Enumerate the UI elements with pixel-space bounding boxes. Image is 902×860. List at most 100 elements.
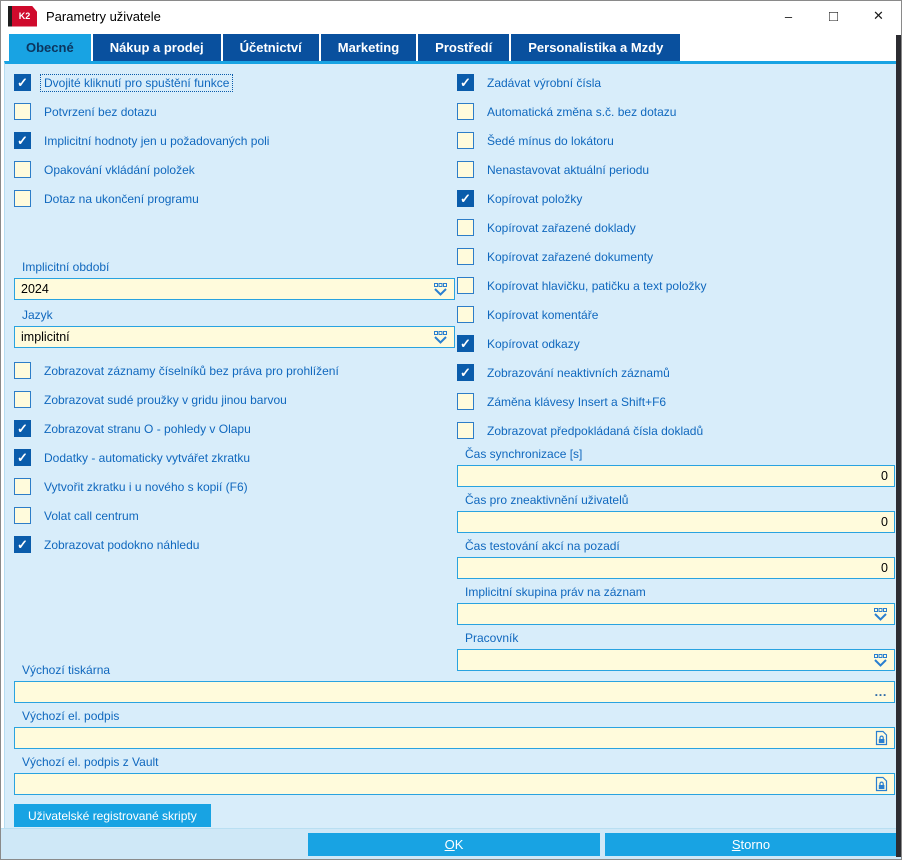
checkbox-kop-rovat-za-azen-dokumenty[interactable] bbox=[457, 248, 474, 265]
tab-etnictv[interactable]: Účetnictví bbox=[222, 34, 319, 61]
checked-checkbox-implicitn-hodnoty-jen-u-po-adovan-ch-pol[interactable]: ✓ bbox=[14, 132, 31, 149]
left-checkbox-group-bottom: Zobrazovat záznamy číselníků bez práva p… bbox=[14, 356, 455, 559]
checkbox-label: Záměna klávesy Insert a Shift+F6 bbox=[487, 394, 667, 409]
checkbox-automatick-zm-na-s-bez-dotazu[interactable] bbox=[457, 103, 474, 120]
parametry-uzivatele-window: K2 Parametry uživatele – □ ✕ Obecné Nákup… bbox=[0, 0, 902, 860]
checkbox-kop-rovat-hlavi-ku-pati-ku-a-text-polo-k[interactable] bbox=[457, 277, 474, 294]
checkbox-row: Kopírovat zařazené dokumenty bbox=[457, 242, 895, 271]
checked-checkbox-kop-rovat-polo-ky[interactable]: ✓ bbox=[457, 190, 474, 207]
checkbox-row: Opakování vkládání položek bbox=[14, 155, 455, 184]
tab-personalistika-a-mzdy[interactable]: Personalistika a Mzdy bbox=[511, 34, 681, 61]
checkbox-label: Opakování vkládání položek bbox=[44, 162, 195, 177]
signature-lock-icon[interactable] bbox=[875, 730, 888, 746]
checkbox-volat-call-centrum[interactable] bbox=[14, 507, 31, 524]
maximize-button[interactable]: □ bbox=[811, 1, 856, 31]
right-field-group: Čas synchronizace [s] 0 Čas pro zneaktivně… bbox=[457, 447, 895, 671]
checkbox-row: ✓ Zobrazování neaktivních záznamů bbox=[457, 358, 895, 387]
tab-n-kup-a-prodej[interactable]: Nákup a prodej bbox=[92, 34, 221, 61]
ellipsis-browse-icon[interactable]: … bbox=[874, 685, 888, 698]
checkbox-row: Volat call centrum bbox=[14, 501, 455, 530]
dropdown-icon[interactable] bbox=[433, 330, 448, 344]
k2-logo-text: K2 bbox=[18, 11, 31, 21]
checkbox-zobrazovat-sud-prou-ky-v-gridu-jinou-bar[interactable] bbox=[14, 391, 31, 408]
left-checkbox-group-top: ✓ Dvojité kliknutí pro spuštění funkce Pot… bbox=[14, 68, 455, 213]
left-field-group: Implicitní období 2024 Jazyk implicitní bbox=[14, 260, 455, 348]
checkbox-label: Kopírovat odkazy bbox=[487, 336, 580, 351]
checked-checkbox-kop-rovat-odkazy[interactable]: ✓ bbox=[457, 335, 474, 352]
number-input-as-testov-n-akc-na-pozad[interactable]: 0 bbox=[457, 557, 895, 579]
checkbox-label: Kopírovat zařazené doklady bbox=[487, 220, 636, 235]
right-column: ✓ Zadávat výrobní čísla Automatická změna … bbox=[457, 68, 895, 677]
checkbox-potvrzen-bez-dotazu[interactable] bbox=[14, 103, 31, 120]
tab-prost-ed[interactable]: Prostředí bbox=[418, 34, 510, 61]
footer-bar: OK Storno bbox=[1, 828, 901, 859]
checkbox-kop-rovat-za-azen-doklady[interactable] bbox=[457, 219, 474, 236]
number-input-as-pro-zneaktivn-n-u-ivatel[interactable]: 0 bbox=[457, 511, 895, 533]
field-label: Implicitní skupina práv na záznam bbox=[465, 585, 646, 599]
checkbox-ed-m-nus-do-lok-toru[interactable] bbox=[457, 132, 474, 149]
checkbox-label: Zobrazovat záznamy číselníků bez práva p… bbox=[44, 363, 339, 378]
checkbox-kop-rovat-koment-e[interactable] bbox=[457, 306, 474, 323]
signature-lock-icon[interactable] bbox=[875, 776, 888, 792]
checkbox-row: Automatická změna s.č. bez dotazu bbox=[457, 97, 895, 126]
checkbox-row: ✓ Dodatky - automaticky vytvářet zkratku bbox=[14, 443, 455, 472]
window-title: Parametry uživatele bbox=[46, 8, 161, 24]
checkbox-z-m-na-kl-vesy-insert-a-shift-f6[interactable] bbox=[457, 393, 474, 410]
checkbox-label: Zobrazovat podokno náhledu bbox=[44, 537, 200, 552]
dropdown-field-implicitn-skupina-pr-v-na-z-znam[interactable] bbox=[457, 603, 895, 625]
dropdown-field-jazyk[interactable]: implicitní bbox=[14, 326, 455, 348]
minimize-button[interactable]: – bbox=[766, 1, 811, 31]
checkbox-row: ✓ Kopírovat odkazy bbox=[457, 329, 895, 358]
checked-checkbox-zobrazovat-stranu-o-pohledy-v-olapu[interactable]: ✓ bbox=[14, 420, 31, 437]
dropdown-icon[interactable] bbox=[873, 607, 888, 621]
checkbox-dotaz-na-ukon-en-programu[interactable] bbox=[14, 190, 31, 207]
dropdown-icon[interactable] bbox=[433, 282, 448, 296]
storno-button[interactable]: Storno bbox=[605, 833, 897, 856]
checkbox-row: Dotaz na ukončení programu bbox=[14, 184, 455, 213]
text-input-v-choz-el-podpis-z-vault[interactable] bbox=[14, 773, 895, 795]
number-input-as-synchronizace-s[interactable]: 0 bbox=[457, 465, 895, 487]
field-label: Výchozí el. podpis bbox=[22, 709, 120, 723]
checked-checkbox-dodatky-automaticky-vytv-et-zkratku[interactable]: ✓ bbox=[14, 449, 31, 466]
dropdown-field-implicitn-obdob[interactable]: 2024 bbox=[14, 278, 455, 300]
checkbox-label: Zobrazovat sudé proužky v gridu jinou ba… bbox=[44, 392, 287, 407]
checkbox-label: Zobrazovat předpokládaná čísla dokladů bbox=[487, 423, 704, 438]
checkbox-row: Kopírovat zařazené doklady bbox=[457, 213, 895, 242]
tab-marketing[interactable]: Marketing bbox=[320, 34, 417, 61]
checkbox-label: Zadávat výrobní čísla bbox=[487, 75, 602, 90]
checkbox-row: Kopírovat komentáře bbox=[457, 300, 895, 329]
background-window-edge bbox=[896, 35, 901, 857]
text-input-v-choz-el-podpis[interactable] bbox=[14, 727, 895, 749]
checked-checkbox-zobrazov-n-neaktivn-ch-z-znam[interactable]: ✓ bbox=[457, 364, 474, 381]
checkbox-label: Volat call centrum bbox=[44, 508, 139, 523]
text-input-v-choz-tisk-rna[interactable]: … bbox=[14, 681, 895, 703]
checkbox-row: ✓ Zobrazovat podokno náhledu bbox=[14, 530, 455, 559]
checkbox-zobrazovat-z-znamy-seln-k-bez-pr-va-pro-[interactable] bbox=[14, 362, 31, 379]
checkbox-nenastavovat-aktu-ln-periodu[interactable] bbox=[457, 161, 474, 178]
checkbox-row: ✓ Implicitní hodnoty jen u požadovaných p… bbox=[14, 126, 455, 155]
right-checkbox-group: ✓ Zadávat výrobní čísla Automatická změna … bbox=[457, 68, 895, 445]
checkbox-label: Kopírovat hlavičku, patičku a text polož… bbox=[487, 278, 707, 293]
close-button[interactable]: ✕ bbox=[856, 1, 901, 31]
bottom-field-group: Výchozí tiskárna … Výchozí el. podpis Výcho… bbox=[14, 663, 895, 795]
checkbox-label: Implicitní hodnoty jen u požadovaných po… bbox=[44, 133, 270, 148]
user-registered-scripts-button[interactable]: Uživatelské registrované skripty bbox=[14, 804, 211, 827]
k2-logo-icon: K2 bbox=[8, 5, 37, 27]
checkbox-row: ✓ Zobrazovat stranu O - pohledy v Olapu bbox=[14, 414, 455, 443]
checkbox-row: Zobrazovat sudé proužky v gridu jinou ba… bbox=[14, 385, 455, 414]
checkbox-zobrazovat-p-edpokl-dan-sla-doklad[interactable] bbox=[457, 422, 474, 439]
checkbox-opakov-n-vkl-d-n-polo-ek[interactable] bbox=[14, 161, 31, 178]
field-label: Čas testování akcí na pozadí bbox=[465, 539, 620, 553]
checked-checkbox-zobrazovat-podokno-n-hledu[interactable]: ✓ bbox=[14, 536, 31, 553]
checked-checkbox-zad-vat-v-robn-sla[interactable]: ✓ bbox=[457, 74, 474, 91]
checkbox-label: Dvojité kliknutí pro spuštění funkce bbox=[39, 73, 234, 92]
field-group: Výchozí el. podpis z Vault bbox=[14, 755, 895, 795]
checkbox-row: Kopírovat hlavičku, patičku a text polož… bbox=[457, 271, 895, 300]
tab-obecn[interactable]: Obecné bbox=[9, 34, 91, 61]
checkbox-label: Dodatky - automaticky vytvářet zkratku bbox=[44, 450, 251, 465]
ok-button[interactable]: OK bbox=[308, 833, 600, 856]
checked-checkbox-dvojit-kliknut-pro-spu-t-n-funkce[interactable]: ✓ bbox=[14, 74, 31, 91]
checkbox-vytvo-it-zkratku-i-u-nov-ho-s-kopi-f6[interactable] bbox=[14, 478, 31, 495]
field-group: Čas synchronizace [s] 0 bbox=[457, 447, 895, 487]
